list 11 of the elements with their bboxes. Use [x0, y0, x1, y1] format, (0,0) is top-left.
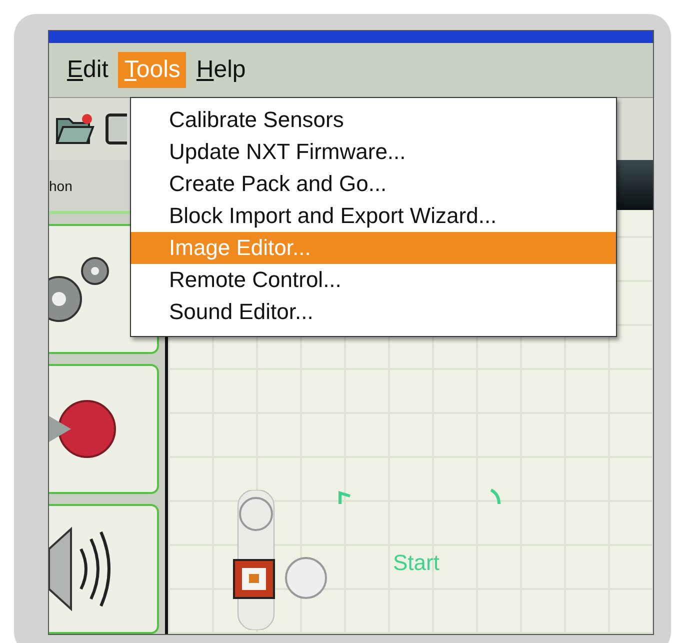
- menu-item[interactable]: Help: [190, 52, 252, 88]
- palette-tile[interactable]: [49, 364, 159, 494]
- menu-option[interactable]: Sound Editor...: [131, 296, 616, 328]
- menu-item[interactable]: Edit: [61, 52, 114, 88]
- start-label: Start: [393, 550, 440, 576]
- beam-mark-icon: [338, 490, 352, 504]
- menu-option[interactable]: Calibrate Sensors: [131, 104, 616, 136]
- open-folder-icon[interactable]: [55, 113, 95, 145]
- menu-option[interactable]: Remote Control...: [131, 264, 616, 296]
- palette-tile[interactable]: [49, 504, 159, 634]
- save-icon[interactable]: [105, 113, 127, 145]
